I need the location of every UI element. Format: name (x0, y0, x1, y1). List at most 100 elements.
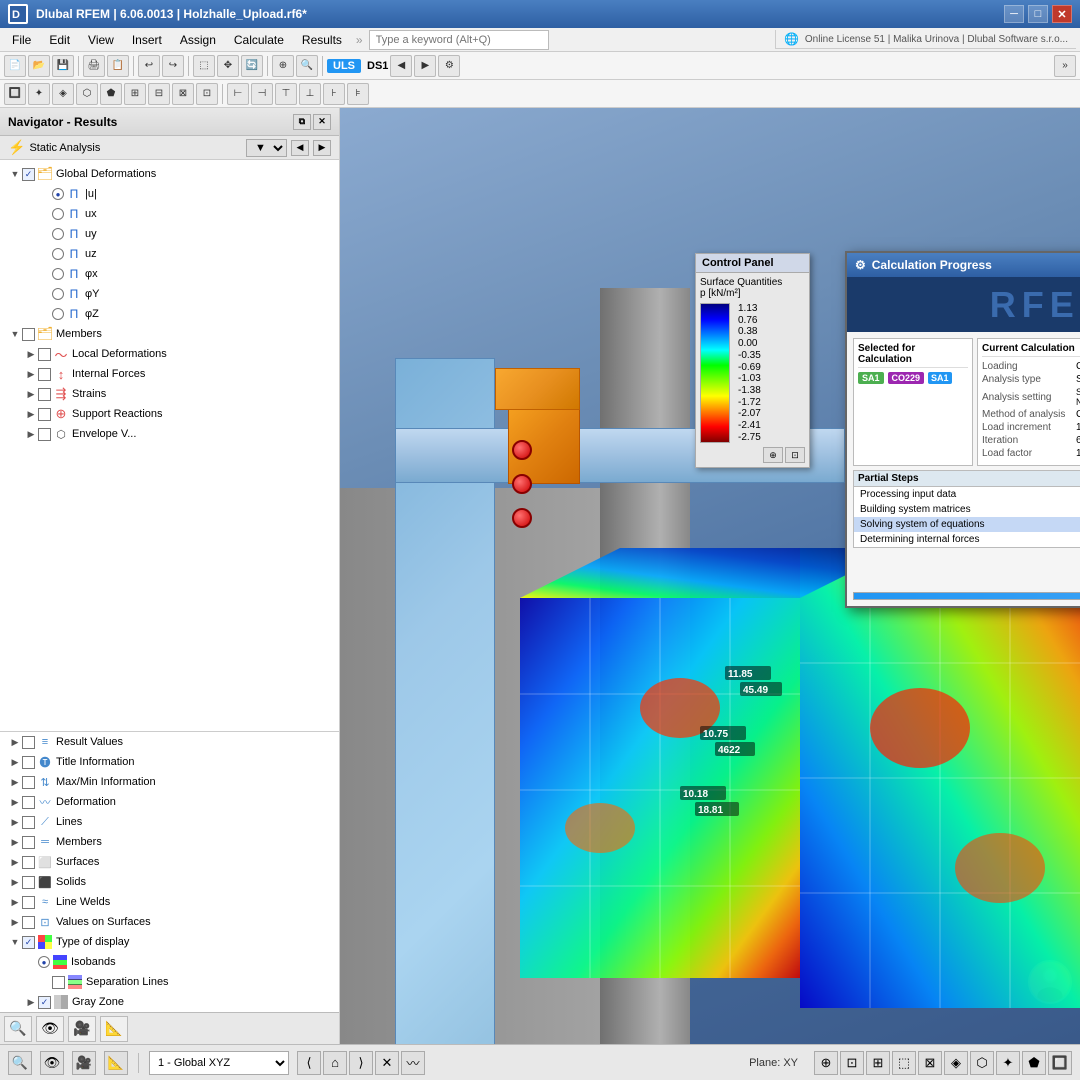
cb-lines[interactable] (22, 816, 35, 829)
cb-line-welds[interactable] (22, 896, 35, 909)
t2-btn4[interactable]: ⬡ (76, 83, 98, 105)
radio-uz[interactable] (52, 248, 64, 260)
cb-surfaces[interactable] (22, 856, 35, 869)
nav-icon-measure[interactable]: 📐 (100, 1016, 128, 1042)
cb-values-on-surfaces[interactable] (22, 916, 35, 929)
nav-next-btn[interactable]: ▶ (313, 140, 331, 156)
tree-item-ux[interactable]: Π ux (0, 204, 339, 224)
tree-item-values-on-surfaces[interactable]: ▶ ⊡ Values on Surfaces (0, 912, 339, 932)
status-btn-r10[interactable]: 🔲 (1048, 1051, 1072, 1075)
tree-item-lines[interactable]: ▶ ⟋ Lines (0, 812, 339, 832)
status-btn-r5[interactable]: ⊠ (918, 1051, 942, 1075)
menu-calculate[interactable]: Calculate (226, 31, 292, 49)
expand-support-reactions[interactable]: ▶ (24, 407, 38, 421)
expand-members-bottom[interactable]: ▶ (8, 835, 22, 849)
next-lc-btn[interactable]: ▶ (414, 55, 436, 77)
expand-members[interactable]: ▼ (8, 327, 22, 341)
prev-lc-btn[interactable]: ◀ (390, 55, 412, 77)
expand-internal-forces[interactable]: ▶ (24, 367, 38, 381)
close-button[interactable]: ✕ (1052, 5, 1072, 23)
menu-edit[interactable]: Edit (41, 31, 78, 49)
coordinate-system-select[interactable]: 1 - Global XYZ (149, 1051, 289, 1075)
tree-item-uy[interactable]: Π uy (0, 224, 339, 244)
status-icon-measure[interactable]: 📐 (104, 1051, 128, 1075)
cb-btn-2[interactable]: ⊡ (785, 447, 805, 463)
status-btn-right[interactable]: ⟩ (349, 1051, 373, 1075)
status-btn-r8[interactable]: ✦ (996, 1051, 1020, 1075)
radio-phiy[interactable] (52, 288, 64, 300)
cb-local-def[interactable] (38, 348, 51, 361)
tree-item-separation-lines[interactable]: Separation Lines (0, 972, 339, 992)
radio-phix[interactable] (52, 268, 64, 280)
t2-btn3[interactable]: ◈ (52, 83, 74, 105)
tree-item-members[interactable]: ▼ 🗂 Members (0, 324, 339, 344)
tree-item-support-reactions[interactable]: ▶ ⊕ Support Reactions (0, 404, 339, 424)
expand-deformation[interactable]: ▶ (8, 795, 22, 809)
expand-solids[interactable]: ▶ (8, 875, 22, 889)
cb-maxmin-info[interactable] (22, 776, 35, 789)
status-icon-eye[interactable]: 👁 (40, 1051, 64, 1075)
zoom-select-btn[interactable]: 🔍 (296, 55, 318, 77)
t2-btn7[interactable]: ⊟ (148, 83, 170, 105)
zoom-all-btn[interactable]: ⊕ (272, 55, 294, 77)
expand-strains[interactable]: ▶ (24, 387, 38, 401)
tree-item-global-deformations[interactable]: ▼ 🗂 Global Deformations (0, 164, 339, 184)
cb-result-values[interactable] (22, 736, 35, 749)
tree-item-u-abs[interactable]: Π |u| (0, 184, 339, 204)
expand-values-on-surfaces[interactable]: ▶ (8, 915, 22, 929)
status-btn-r4[interactable]: ⬚ (892, 1051, 916, 1075)
t2-btn11[interactable]: ⊣ (251, 83, 273, 105)
tree-item-line-welds[interactable]: ▶ ≈ Line Welds (0, 892, 339, 912)
expand-type-of-display[interactable]: ▼ (8, 935, 22, 949)
t2-btn13[interactable]: ⊥ (299, 83, 321, 105)
expand-result-values[interactable]: ▶ (8, 735, 22, 749)
status-btn-r1[interactable]: ⊕ (814, 1051, 838, 1075)
tree-item-internal-forces[interactable]: ▶ ↕ Internal Forces (0, 364, 339, 384)
settings-btn[interactable]: ⚙ (438, 55, 460, 77)
tree-item-result-values[interactable]: ▶ ≡ Result Values (0, 732, 339, 752)
nav-prev-btn[interactable]: ◀ (291, 140, 309, 156)
menu-view[interactable]: View (80, 31, 122, 49)
status-btn-r2[interactable]: ⊡ (840, 1051, 864, 1075)
tree-item-type-of-display[interactable]: ▼ Type of display (0, 932, 339, 952)
t2-btn14[interactable]: ⊦ (323, 83, 345, 105)
expand-title-info[interactable]: ▶ (8, 755, 22, 769)
minimize-button[interactable]: ─ (1004, 5, 1024, 23)
t2-btn12[interactable]: ⊤ (275, 83, 297, 105)
tree-item-strains[interactable]: ▶ ⇶ Strains (0, 384, 339, 404)
t2-btn1[interactable]: 🔲 (4, 83, 26, 105)
cb-global-deformations[interactable] (22, 168, 35, 181)
tree-item-uz[interactable]: Π uz (0, 244, 339, 264)
cb-separation-lines[interactable] (52, 976, 65, 989)
t2-btn15[interactable]: ⊧ (347, 83, 369, 105)
t2-btn6[interactable]: ⊞ (124, 83, 146, 105)
select-btn[interactable]: ⬚ (193, 55, 215, 77)
undo-btn[interactable]: ↩ (138, 55, 160, 77)
more-btn[interactable]: » (1054, 55, 1076, 77)
cb-type-of-display[interactable] (22, 936, 35, 949)
expand-local-def[interactable]: ▶ (24, 347, 38, 361)
step-2[interactable]: Building system matrices (854, 502, 1080, 517)
cb-strains[interactable] (38, 388, 51, 401)
search-input[interactable] (369, 30, 549, 50)
nav-restore-btn[interactable]: ⧉ (293, 114, 311, 130)
status-btn-r9[interactable]: ⬟ (1022, 1051, 1046, 1075)
open-btn[interactable]: 📂 (28, 55, 50, 77)
radio-uy[interactable] (52, 228, 64, 240)
status-btn-r3[interactable]: ⊞ (866, 1051, 890, 1075)
step-3[interactable]: Solving system of equations (854, 517, 1080, 532)
radio-u-abs[interactable] (52, 188, 64, 200)
expand-gray-zone[interactable]: ▶ (24, 995, 38, 1009)
tree-item-solids[interactable]: ▶ ⬛ Solids (0, 872, 339, 892)
redo-btn[interactable]: ↪ (162, 55, 184, 77)
expand-lines[interactable]: ▶ (8, 815, 22, 829)
cb-support-reactions[interactable] (38, 408, 51, 421)
cb-btn-1[interactable]: ⊕ (763, 447, 783, 463)
cb-members-bottom[interactable] (22, 836, 35, 849)
tree-item-local-def[interactable]: ▶ 〜 Local Deformations (0, 344, 339, 364)
tree-item-maxmin-info[interactable]: ▶ ⇅ Max/Min Information (0, 772, 339, 792)
static-analysis-dropdown[interactable]: ▼ (246, 139, 287, 157)
radio-ux[interactable] (52, 208, 64, 220)
status-btn-r6[interactable]: ◈ (944, 1051, 968, 1075)
status-icon-camera[interactable]: 🎥 (72, 1051, 96, 1075)
